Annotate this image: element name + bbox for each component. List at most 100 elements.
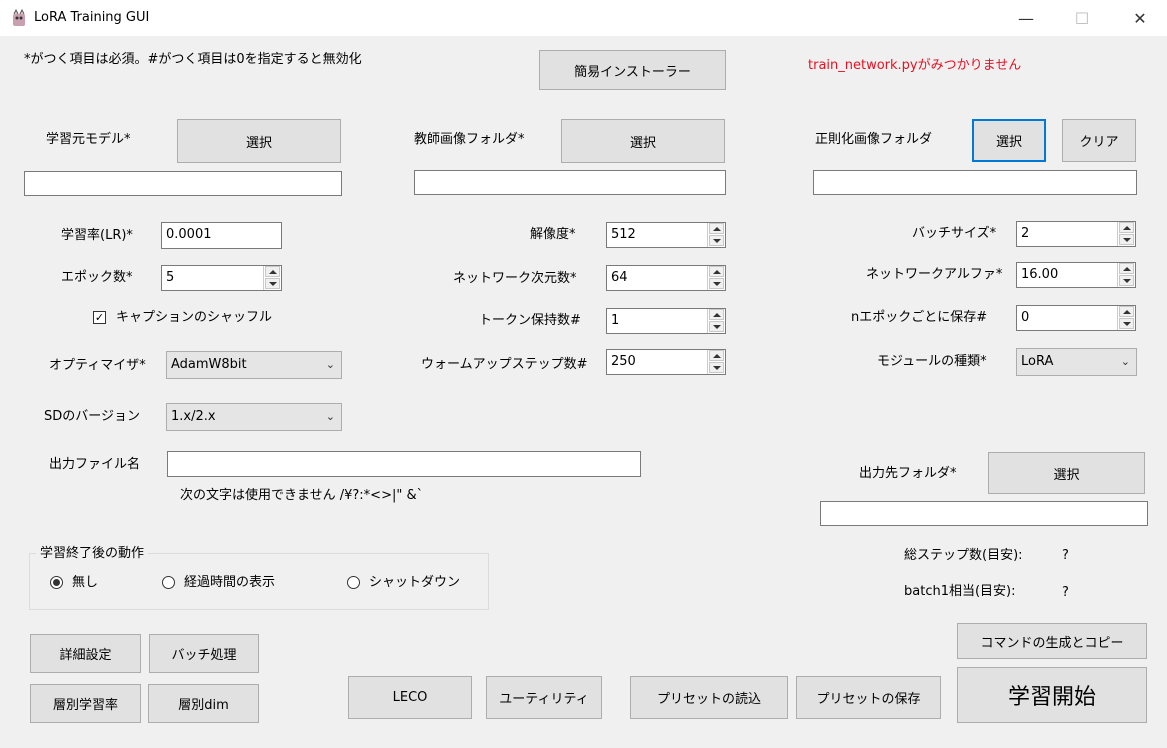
keep-tokens-value: 1 <box>611 313 620 328</box>
spin-up-icon[interactable] <box>265 266 280 277</box>
output-name-input[interactable] <box>167 451 641 477</box>
module-type-label: モジュールの種類* <box>877 354 987 369</box>
warmup-label: ウォームアップステップ数# <box>421 357 588 372</box>
output-folder-path-input[interactable] <box>820 501 1148 526</box>
leco-button[interactable]: LECO <box>348 676 472 719</box>
reg-folder-label: 正則化画像フォルダ <box>815 132 933 147</box>
keep-tokens-label: トークン保持数# <box>479 313 581 328</box>
spin-down-icon[interactable] <box>1119 234 1134 245</box>
keep-tokens-spinner <box>707 309 725 333</box>
close-icon: ✕ <box>1133 8 1147 28</box>
reg-folder-clear-button[interactable]: クリア <box>1062 119 1136 162</box>
epochs-value: 5 <box>166 270 175 285</box>
batch1-label: batch1相当(目安): <box>904 584 1016 599</box>
teacher-folder-select-button[interactable]: 選択 <box>561 119 725 163</box>
radio-none[interactable] <box>50 576 63 589</box>
spin-up-icon[interactable] <box>709 223 724 234</box>
generate-command-button[interactable]: コマンドの生成とコピー <box>957 623 1147 659</box>
total-steps-value: ? <box>1062 548 1069 563</box>
source-model-path-input[interactable] <box>24 171 342 196</box>
keep-tokens-spinbox[interactable]: 1 <box>606 308 726 334</box>
radio-shutdown[interactable] <box>347 576 360 589</box>
chevron-down-icon: ⌄ <box>325 410 335 423</box>
radio-elapsed-time[interactable] <box>162 576 175 589</box>
output-name-label: 出力ファイル名 <box>49 457 141 472</box>
warmup-spinbox[interactable]: 250 <box>606 349 726 375</box>
epochs-spinner <box>263 266 281 290</box>
output-folder-label: 出力先フォルダ* <box>859 466 957 481</box>
caption-shuffle-checkbox[interactable]: ✓ <box>93 311 106 324</box>
optimizer-label: オプティマイザ* <box>49 358 146 373</box>
radio-elapsed-time-label: 経過時間の表示 <box>184 575 276 590</box>
utility-button[interactable]: ユーティリティ <box>486 676 602 719</box>
layer-dim-button[interactable]: 層別dim <box>148 684 259 723</box>
save-every-spinner <box>1117 306 1135 330</box>
warmup-spinner <box>707 350 725 374</box>
app-logo-icon <box>13 9 25 26</box>
source-model-select-button[interactable]: 選択 <box>177 119 341 163</box>
batch-size-value: 2 <box>1021 226 1030 241</box>
spin-up-icon[interactable] <box>709 309 724 320</box>
resolution-spinbox[interactable]: 512 <box>606 222 726 248</box>
after-training-title: 学習終了後の動作 <box>36 545 149 563</box>
save-preset-button[interactable]: プリセットの保存 <box>796 676 941 719</box>
lr-input[interactable]: 0.0001 <box>161 222 282 249</box>
sd-version-select[interactable]: 1.x/2.x ⌄ <box>166 403 342 431</box>
close-button[interactable]: ✕ <box>1117 0 1163 36</box>
maximize-button[interactable]: ☐ <box>1059 0 1105 36</box>
total-steps-label: 総ステップ数(目安): <box>904 548 1023 563</box>
batch-size-spinner <box>1117 222 1135 246</box>
network-alpha-value: 16.00 <box>1021 267 1059 282</box>
epochs-label: エポック数* <box>61 270 133 285</box>
chevron-down-icon: ⌄ <box>325 358 335 371</box>
save-every-value: 0 <box>1021 310 1030 325</box>
spin-down-icon[interactable] <box>1119 318 1134 329</box>
spin-up-icon[interactable] <box>1119 263 1134 274</box>
warmup-value: 250 <box>611 354 636 369</box>
source-model-label: 学習元モデル* <box>46 132 131 147</box>
load-preset-button[interactable]: プリセットの読込 <box>630 676 788 719</box>
spin-down-icon[interactable] <box>265 278 280 289</box>
optimizer-select[interactable]: AdamW8bit ⌄ <box>166 351 342 379</box>
batch-process-button[interactable]: バッチ処理 <box>149 634 259 673</box>
layer-lr-button[interactable]: 層別学習率 <box>30 684 141 723</box>
spin-up-icon[interactable] <box>709 266 724 277</box>
resolution-label: 解像度* <box>530 227 576 242</box>
spin-down-icon[interactable] <box>1119 275 1134 286</box>
spin-up-icon[interactable] <box>1119 222 1134 233</box>
caption-shuffle-label: キャプションのシャッフル <box>116 310 273 325</box>
network-dim-spinbox[interactable]: 64 <box>606 265 726 291</box>
module-type-select[interactable]: LoRA ⌄ <box>1016 348 1137 376</box>
minimize-icon: — <box>1018 8 1034 28</box>
network-dim-spinner <box>707 266 725 290</box>
spin-up-icon[interactable] <box>1119 306 1134 317</box>
save-every-spinbox[interactable]: 0 <box>1016 305 1136 331</box>
minimize-button[interactable]: — <box>1003 0 1049 36</box>
network-alpha-spinbox[interactable]: 16.00 <box>1016 262 1136 288</box>
batch1-value: ? <box>1062 585 1069 600</box>
spin-down-icon[interactable] <box>709 235 724 246</box>
output-folder-select-button[interactable]: 選択 <box>988 452 1145 494</box>
spin-down-icon[interactable] <box>709 321 724 332</box>
spin-down-icon[interactable] <box>709 278 724 289</box>
reg-folder-path-input[interactable] <box>813 170 1137 195</box>
spin-down-icon[interactable] <box>709 362 724 373</box>
batch-size-label: バッチサイズ* <box>912 226 997 241</box>
teacher-folder-path-input[interactable] <box>414 170 726 195</box>
spin-up-icon[interactable] <box>709 350 724 361</box>
optimizer-value: AdamW8bit <box>171 357 247 372</box>
network-alpha-label: ネットワークアルファ* <box>866 267 1003 282</box>
save-every-label: nエポックごとに保存# <box>851 310 988 325</box>
advanced-settings-button[interactable]: 詳細設定 <box>30 634 141 673</box>
epochs-spinbox[interactable]: 5 <box>161 265 282 291</box>
resolution-spinner <box>707 223 725 247</box>
batch-size-spinbox[interactable]: 2 <box>1016 221 1136 247</box>
reg-folder-select-button[interactable]: 選択 <box>972 119 1046 162</box>
chevron-down-icon: ⌄ <box>1120 355 1130 368</box>
installer-button[interactable]: 簡易インストーラー <box>539 50 726 90</box>
teacher-folder-label: 教師画像フォルダ* <box>414 132 525 147</box>
network-dim-label: ネットワーク次元数* <box>453 271 577 286</box>
sd-version-label: SDのバージョン <box>44 409 141 424</box>
error-message: train_network.pyがみつかりません <box>808 58 1022 73</box>
start-training-button[interactable]: 学習開始 <box>957 667 1147 723</box>
